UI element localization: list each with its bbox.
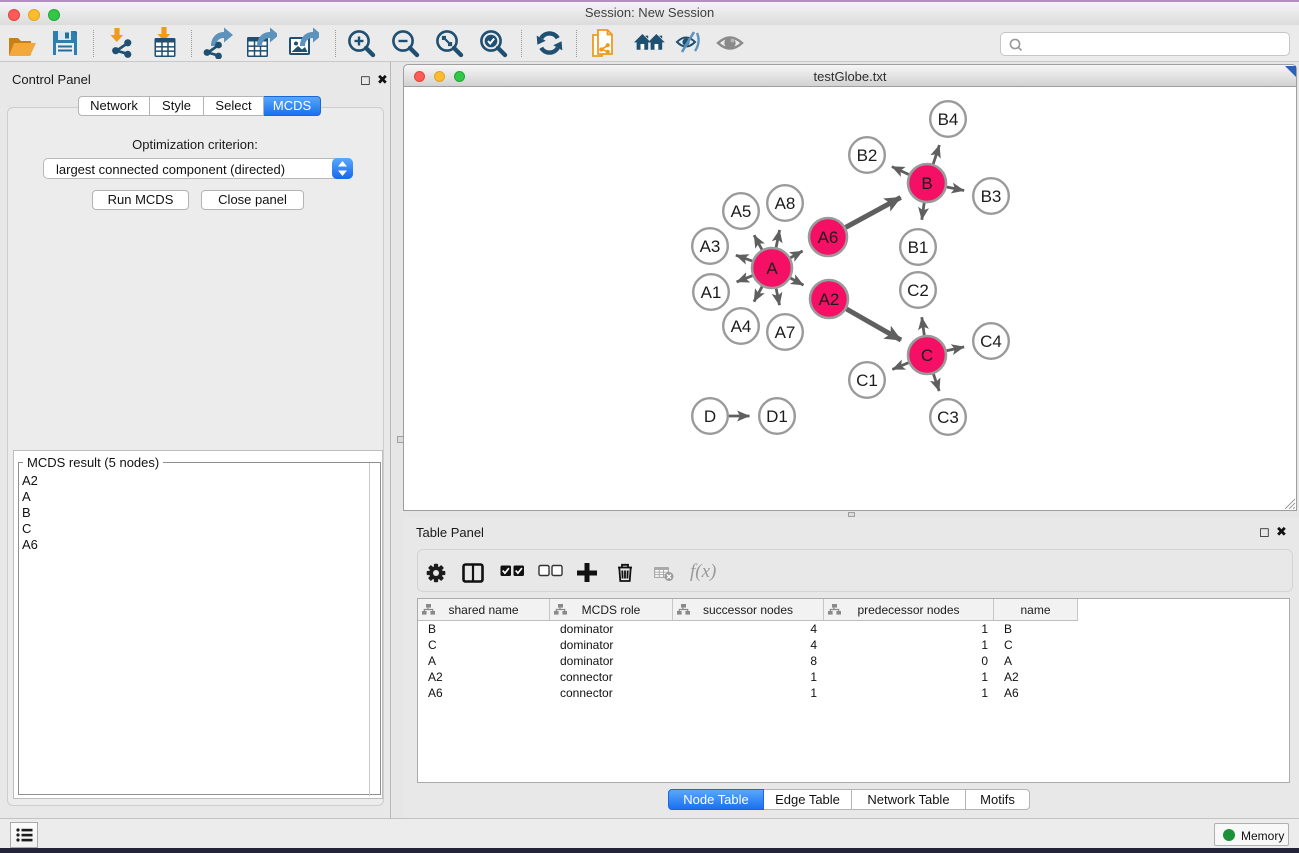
svg-text:B4: B4	[938, 110, 959, 129]
svg-text:B: B	[921, 174, 932, 193]
svg-text:C4: C4	[980, 332, 1002, 351]
svg-text:B3: B3	[981, 187, 1002, 206]
svg-text:A2: A2	[819, 290, 840, 309]
svg-text:A3: A3	[700, 237, 721, 256]
svg-text:A8: A8	[775, 194, 796, 213]
svg-text:A: A	[766, 259, 778, 278]
svg-text:A5: A5	[731, 202, 752, 221]
svg-text:A7: A7	[775, 323, 796, 342]
svg-text:C: C	[921, 346, 933, 365]
svg-text:C1: C1	[856, 371, 878, 390]
svg-text:B1: B1	[908, 238, 929, 257]
svg-text:D: D	[704, 407, 716, 426]
svg-text:C3: C3	[937, 408, 959, 427]
svg-text:A1: A1	[701, 283, 722, 302]
svg-text:A4: A4	[731, 317, 752, 336]
svg-text:D1: D1	[766, 407, 788, 426]
svg-text:B2: B2	[857, 146, 878, 165]
svg-text:C2: C2	[907, 281, 929, 300]
svg-text:A6: A6	[818, 228, 839, 247]
